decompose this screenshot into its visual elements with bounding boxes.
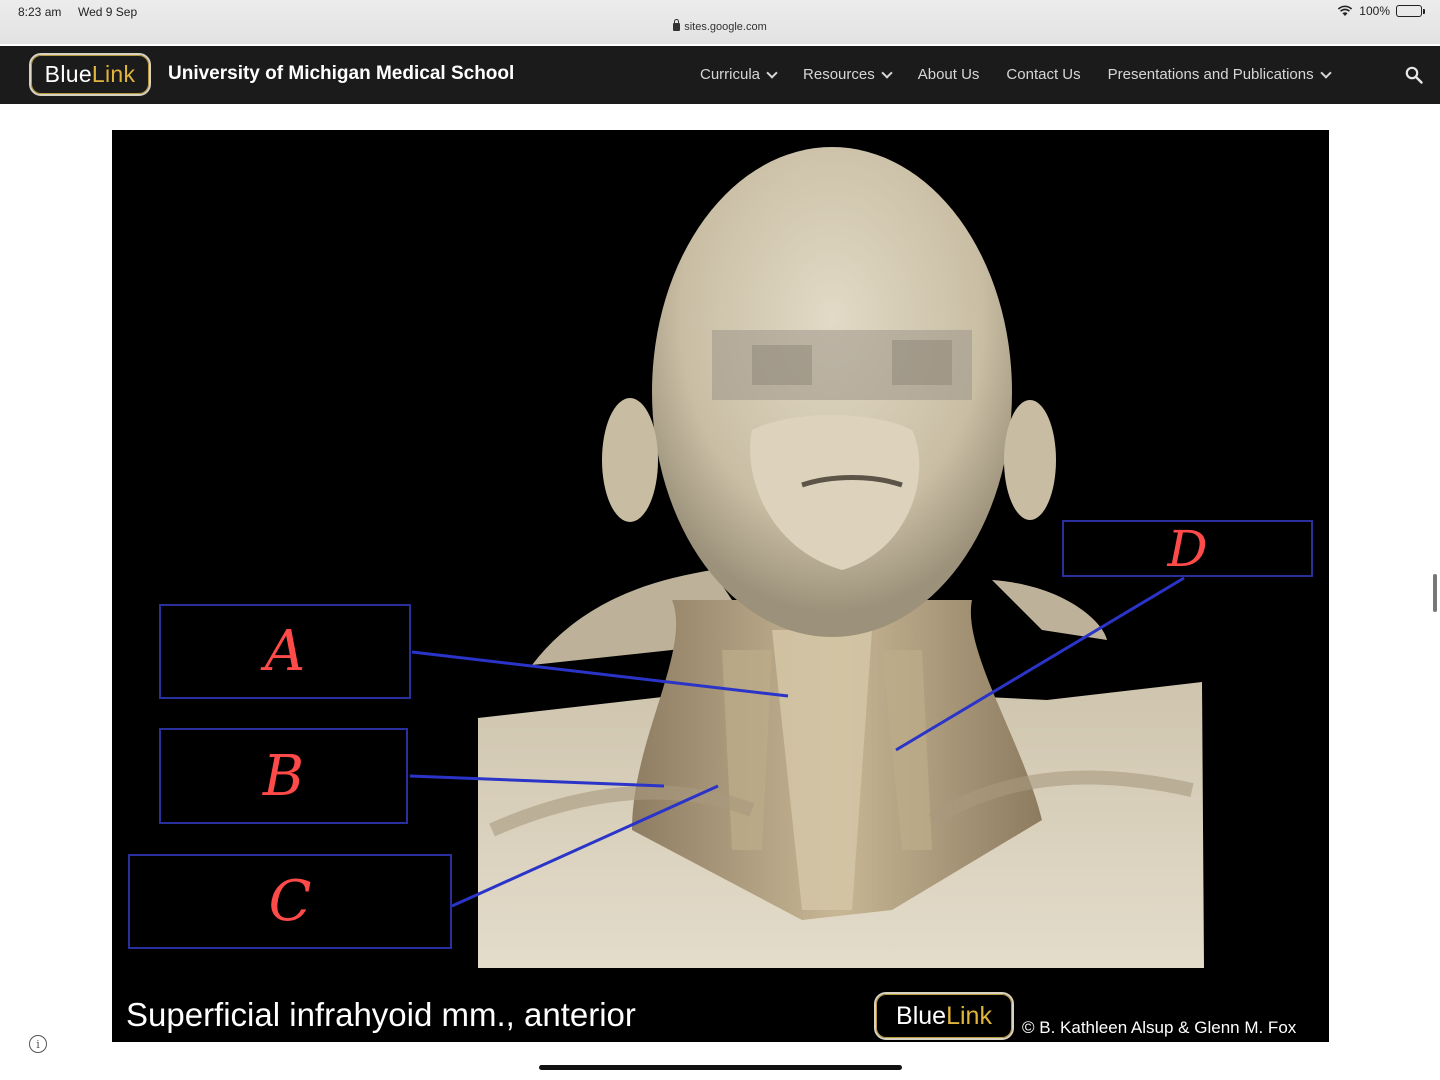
url-text: sites.google.com [684,21,767,33]
nav-item-about-us[interactable]: About Us [918,66,980,83]
nav-item-resources[interactable]: Resources [803,66,893,83]
slide-caption: Superficial infrahyoid mm., anterior [126,996,636,1033]
battery-percent: 100% [1359,4,1390,18]
scrollbar-handle[interactable] [1433,574,1437,612]
status-right: 100% [1337,4,1425,18]
label-box-c[interactable]: C [128,854,452,949]
battery-icon [1396,5,1425,17]
info-icon[interactable]: i [29,1035,47,1053]
label-box-a[interactable]: A [159,604,411,699]
nav-item-curricula[interactable]: Curricula [700,66,778,83]
chevron-down-icon [881,66,893,79]
nav-item-label: Contact Us [1006,66,1081,83]
home-indicator[interactable] [539,1065,902,1070]
anatomy-slide: A B C D Superficial infrahyoid mm., ante… [112,130,1329,1042]
nav-item-presentations[interactable]: Presentations and Publications [1107,66,1332,83]
nav-item-contact-us[interactable]: Contact Us [1006,66,1080,83]
lock-icon [673,19,681,31]
logo-link: Link [91,61,136,87]
label-letter-c: C [268,869,312,934]
status-date: Wed 9 Sep [78,5,138,19]
address-bar[interactable]: sites.google.com [0,19,1440,33]
nav-item-label: Curricula [700,66,761,83]
chevron-down-icon [1319,66,1332,79]
nav-menu: Curricula Resources About Us Contact Us … [700,66,1357,83]
copyright-text: © B. Kathleen Alsup & Glenn M. Fox [1022,1018,1297,1037]
label-box-b[interactable]: B [159,728,408,824]
slide-bluelink-logo: Blue Link [874,992,1014,1040]
site-header: Blue Link University of Michigan Medical … [0,46,1440,104]
search-icon[interactable] [1405,66,1423,84]
chevron-down-icon [766,66,778,79]
status-bar: 8:23 am Wed 9 Sep sites.google.com 100% [0,0,1440,44]
label-letter-b: B [262,743,305,809]
label-letter-a: A [264,619,306,684]
logo-blue: Blue [44,61,92,87]
status-time: 8:23 am [18,5,62,19]
slide-logo-link: Link [946,1001,992,1030]
wifi-icon [1338,5,1353,16]
site-title[interactable]: University of Michigan Medical School [168,63,514,85]
nav-item-label: Resources [803,66,875,83]
nav-item-label: About Us [917,66,980,83]
label-letter-d: D [1167,519,1208,578]
nav-item-label: Presentations and Publications [1107,66,1314,83]
slide-logo-blue: Blue [896,1001,947,1030]
label-box-d[interactable]: D [1062,519,1313,578]
bluelink-logo[interactable]: Blue Link [29,53,151,96]
